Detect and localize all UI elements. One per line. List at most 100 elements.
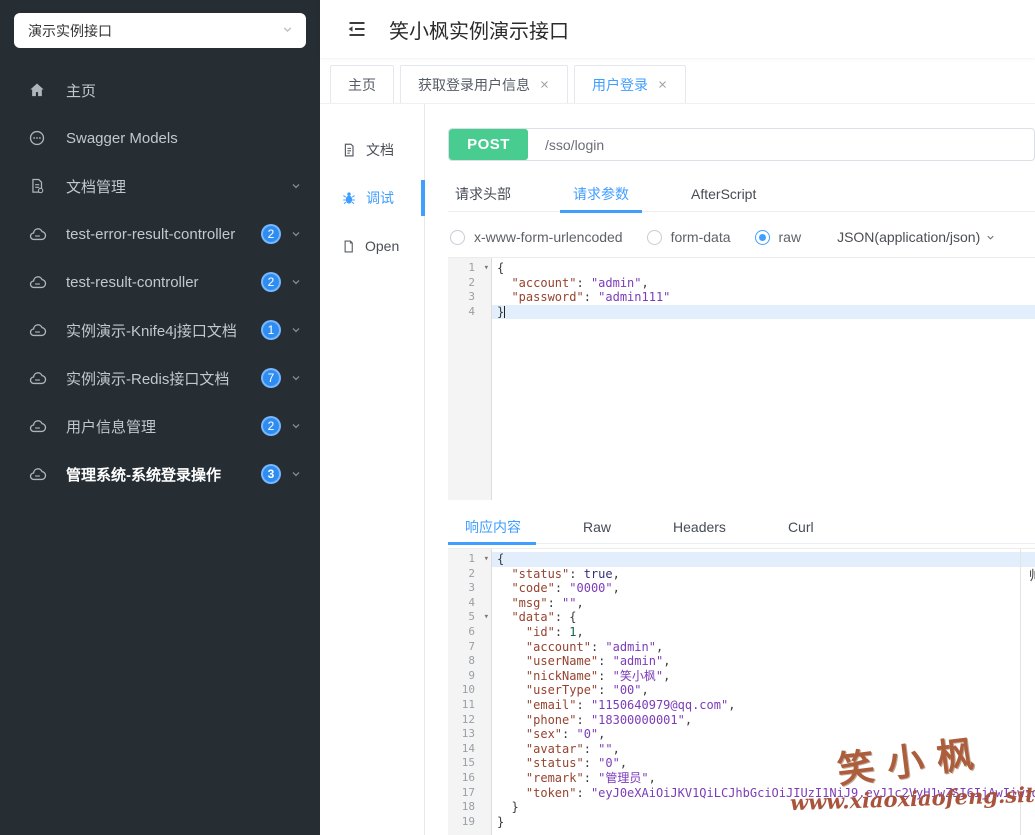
request-tabbar: 请求头部 请求参数 AfterScript	[448, 176, 1035, 213]
count-badge: 2	[261, 416, 281, 436]
editor-gutter: 1 ▾ 2 3 4 5 ▾ 6 7 8 9 10 11 12 13 14 15 16 17 18 19	[448, 549, 492, 835]
code-line: }	[497, 800, 519, 815]
body-row: 文档调试 Open POST /sso/login 请求头部 请求参数 AfterSc…	[320, 104, 1035, 835]
app: 演示实例接口 主页 Swagger Models 文档管理 test-error-re…	[0, 0, 1035, 835]
line-number: 16	[461, 770, 475, 784]
code-line: "password": "admin111"	[511, 290, 671, 305]
sidebar-item[interactable]: Swagger Models	[0, 114, 320, 162]
content-panel: POST /sso/login 请求头部 请求参数 AfterScript x-ww…	[425, 104, 1035, 835]
http-method-badge: POST	[449, 129, 528, 160]
radio-option-raw[interactable]: raw	[754, 229, 802, 245]
fold-marker-icon[interactable]: ▾	[484, 261, 489, 276]
sidebar-item[interactable]: test-error-result-controller 2	[0, 210, 320, 258]
document-tab-label: 用户登录	[592, 76, 648, 93]
main-area: 笑小枫实例演示接口 主页 获取登录用户信息 用户登录 文档 调试 Open POST /…	[320, 0, 1035, 835]
editor-code-area[interactable]: { "account": "admin", "password": "admin…	[492, 258, 1035, 500]
chevron-down-icon[interactable]	[290, 276, 302, 288]
sidebar-item-label: 实例演示-Knife4j接口文档	[66, 322, 237, 340]
chevron-down-icon[interactable]	[290, 420, 302, 432]
request-tab[interactable]: AfterScript	[691, 176, 756, 212]
request-tab[interactable]: 请求头部	[455, 176, 511, 212]
count-badge: 1	[261, 320, 281, 340]
document-tabbar: 主页 获取登录用户信息 用户登录	[320, 58, 1035, 104]
tool-item-Open[interactable]: Open	[320, 222, 424, 270]
project-select[interactable]: 演示实例接口	[14, 13, 306, 48]
radio-option-form-data[interactable]: form-data	[646, 229, 731, 245]
document-tab[interactable]: 主页	[330, 65, 394, 103]
home-icon	[28, 81, 47, 100]
code-line: {	[497, 261, 505, 275]
code-line: {	[492, 552, 1035, 567]
sidebar-item[interactable]: 主页	[0, 66, 320, 114]
api-icon	[28, 321, 47, 340]
tool-sidebar: 文档调试 Open	[320, 104, 425, 835]
count-badge: 2	[261, 272, 281, 292]
fold-marker-icon[interactable]: ▾	[484, 552, 489, 567]
code-line: "account": "admin",	[525, 639, 664, 654]
radio-label: form-data	[670, 229, 731, 245]
document-tab[interactable]: 用户登录	[574, 65, 686, 103]
api-icon	[28, 225, 47, 244]
response-tab[interactable]: Curl	[788, 510, 814, 544]
tool-item-label: 文档	[366, 142, 394, 158]
sidebar-item[interactable]: 实例演示-Redis接口文档 7	[0, 354, 320, 402]
close-icon[interactable]	[657, 79, 668, 90]
endpoint-path-input[interactable]: /sso/login	[528, 129, 1034, 160]
editor-code-area[interactable]: { "status": true, "code": "0000", "msg":…	[492, 549, 1035, 835]
response-body-editor: 1 ▾ 2 3 4 5 ▾ 6 7 8 9 10 11 12 13 14 15 16 17 18 19{ "status…	[448, 548, 1035, 835]
response-tab[interactable]: Headers	[673, 510, 726, 544]
tool-item-文档[interactable]: 文档	[320, 126, 424, 174]
content-type-label: JSON(application/json)	[837, 229, 981, 245]
chevron-down-icon[interactable]	[290, 228, 302, 240]
menu-fold-icon[interactable]	[345, 16, 371, 42]
request-tab[interactable]: 请求参数	[560, 176, 642, 213]
line-number: 3	[468, 581, 475, 595]
radio-option-x-www-form-urlencoded[interactable]: x-www-form-urlencoded	[450, 229, 623, 245]
sidebar-item[interactable]: test-result-controller 2	[0, 258, 320, 306]
count-badge: 3	[261, 464, 281, 484]
line-number: 17	[461, 785, 475, 799]
tool-item-调试[interactable]: 调试	[320, 174, 425, 222]
doc-icon	[341, 142, 357, 158]
fold-marker-icon[interactable]: ▾	[484, 610, 489, 625]
sidebar-item[interactable]: 实例演示-Knife4j接口文档 1	[0, 306, 320, 354]
chevron-down-icon	[281, 23, 294, 39]
code-line: "status": true,	[511, 566, 620, 581]
line-number: 8	[468, 654, 475, 668]
code-line: "phone": "18300000001",	[525, 712, 693, 727]
code-line: "sex": "0",	[525, 727, 606, 742]
response-tab[interactable]: Raw	[583, 510, 611, 544]
text-cursor	[504, 305, 506, 318]
line-number: 6	[468, 624, 475, 638]
line-number: 2	[468, 566, 475, 580]
tool-item-label: Open	[365, 238, 400, 254]
sidebar-item-label: test-error-result-controller	[66, 225, 236, 243]
code-line: "email": "1150640979@qq.com",	[525, 697, 736, 712]
count-badge: 2	[261, 224, 281, 244]
code-line: "msg": "",	[511, 595, 584, 610]
sidebar-item[interactable]: 文档管理	[0, 162, 320, 210]
line-number: 18	[461, 800, 475, 814]
response-tab[interactable]: 响应内容	[448, 510, 536, 545]
chevron-down-icon[interactable]	[290, 468, 302, 480]
line-number: 3	[468, 290, 475, 304]
chevron-down-icon[interactable]	[290, 324, 302, 336]
document-tab[interactable]: 获取登录用户信息	[400, 65, 568, 103]
radio-circle	[450, 229, 465, 245]
api-icon	[28, 369, 47, 388]
sidebar-item[interactable]: 用户信息管理 2	[0, 402, 320, 450]
count-badge: 7	[261, 368, 281, 388]
code-line: "token": "eyJ0eXAiOiJKV1QiLCJhbGciOiJIUz…	[525, 785, 1035, 800]
content-type-dropdown[interactable]: JSON(application/json)	[837, 229, 996, 245]
line-number: 5 ▾	[468, 610, 489, 625]
code-line: }	[492, 304, 1035, 320]
line-number: 4	[468, 304, 475, 318]
sidebar-item-label: Swagger Models	[66, 129, 178, 147]
radio-label: raw	[778, 229, 802, 245]
chevron-down-icon[interactable]	[290, 180, 302, 192]
sidebar-item[interactable]: 管理系统-系统登录操作 3	[0, 450, 320, 498]
close-icon[interactable]	[539, 79, 550, 90]
chevron-down-icon[interactable]	[290, 372, 302, 384]
document-tab-label: 主页	[348, 76, 376, 93]
line-number: 9	[468, 668, 475, 682]
